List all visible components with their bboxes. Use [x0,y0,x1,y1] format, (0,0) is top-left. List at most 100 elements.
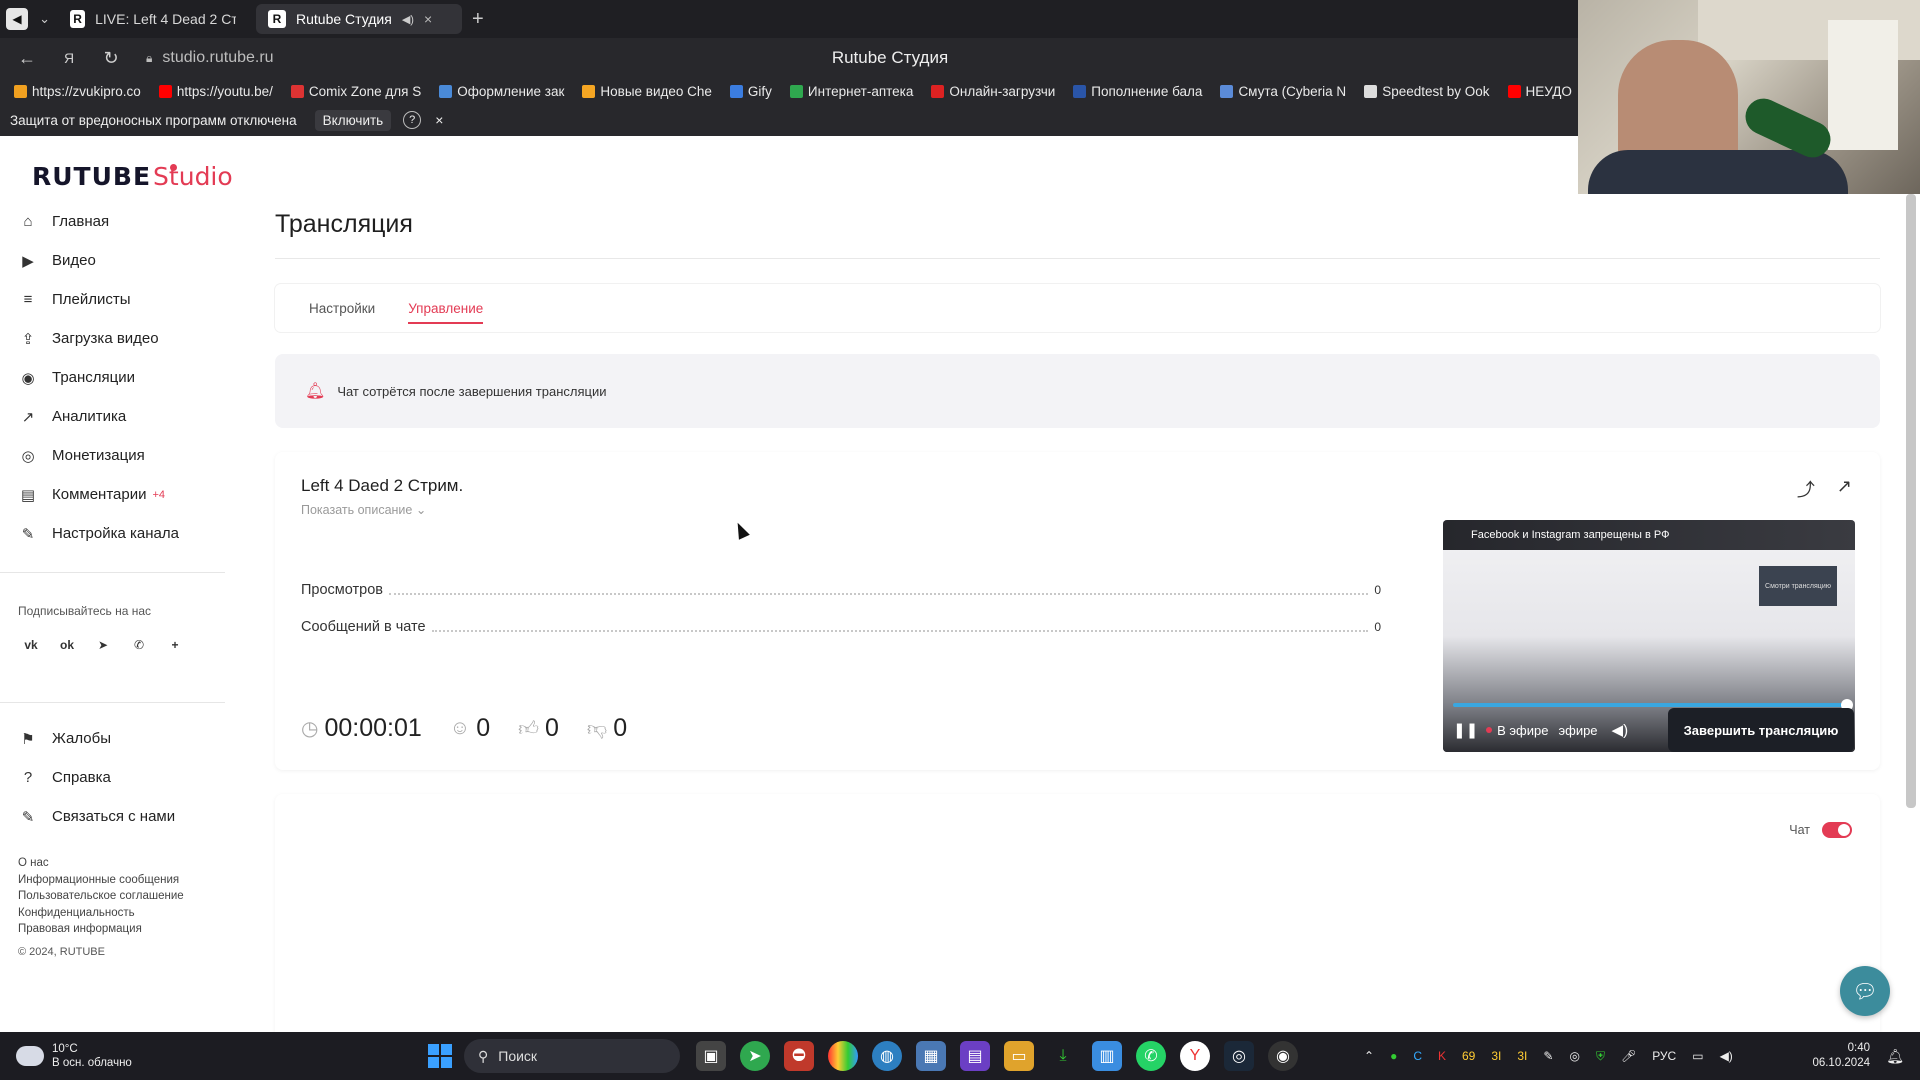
stream-actions: ⤴ ↗ [1797,476,1852,502]
bookmark-item[interactable]: https://youtu.be/ [158,84,273,99]
sidebar-item-help[interactable]: ? Справка [18,758,228,797]
sidebar-item-monetization[interactable]: ◎ Монетизация [18,436,228,475]
sidebar-item-home[interactable]: ⌂ Главная [18,202,228,241]
volume-icon[interactable]: ◀) [1612,721,1629,739]
app-green-icon[interactable]: ➤ [740,1041,770,1071]
tray-number[interactable]: 3I [1491,1049,1501,1063]
yandex-browser-icon[interactable]: Y [1180,1041,1210,1071]
bookmark-favicon-icon [290,84,304,98]
yandex-icon[interactable]: Я [54,50,84,66]
share-icon[interactable]: ⤴ [1797,476,1815,502]
steam-icon[interactable]: ◎ [1224,1041,1254,1071]
bookmark-item[interactable]: Пополнение бала [1073,84,1202,99]
sidebar-item-analytics[interactable]: ↗ Аналитика [18,397,228,436]
more-icon[interactable]: + [164,634,186,656]
speaker-icon[interactable]: ◀ [6,8,28,30]
task-view-icon[interactable]: ▣ [696,1041,726,1071]
notepad-icon[interactable]: ▥ [1092,1041,1122,1071]
app-globe-icon[interactable]: ◍ [872,1041,902,1071]
volume-icon[interactable]: ◀) [1720,1049,1733,1063]
bookmark-item[interactable]: https://zvukipro.co [14,84,141,99]
bookmark-item[interactable]: Онлайн-загрузчи [931,84,1055,99]
end-broadcast-button[interactable]: Завершить трансляцию [1668,708,1854,752]
whatsapp-icon[interactable]: ✆ [1136,1041,1166,1071]
calculator-icon[interactable]: ▦ [916,1041,946,1071]
viewers-value: 0 [476,714,491,742]
chevron-up-icon[interactable]: ⌃ [1364,1049,1374,1063]
tray-number[interactable]: 3I [1517,1049,1527,1063]
tab-management[interactable]: Управление [408,284,484,332]
windows-start-icon[interactable] [428,1044,452,1068]
footer-link[interactable]: Информационные сообщения [18,872,184,889]
new-tab-icon[interactable]: + [472,8,484,31]
footer-link[interactable]: Конфиденциальность [18,905,184,922]
audio-playing-icon[interactable]: ◀) [402,13,414,26]
tab-settings[interactable]: Настройки [309,284,375,332]
close-warning-icon[interactable]: × [435,112,443,128]
enable-protection-button[interactable]: Включить [314,109,392,131]
tray-number[interactable]: 69 [1462,1049,1475,1063]
notification-bell-icon[interactable]: 🔔︎ [1886,1048,1904,1065]
sidebar-item-channel-settings[interactable]: ✎ Настройка канала [18,514,228,553]
language-indicator[interactable]: РУС [1652,1049,1676,1063]
app-color-icon[interactable] [828,1041,858,1071]
network-icon[interactable]: ▭ [1692,1049,1703,1063]
viber-icon[interactable]: ✆ [128,634,150,656]
sidebar-item-comments[interactable]: ▤ Комментарии +4 [18,475,228,514]
app-media-icon[interactable]: ▤ [960,1041,990,1071]
sidebar-item-playlist[interactable]: ≡ Плейлисты [18,280,228,319]
show-description-link[interactable]: Показать описание ⌄ [301,502,426,517]
weather-widget[interactable]: 10°C В осн. облачно [16,1042,132,1070]
sidebar-item-broadcast[interactable]: ◉ Трансляции [18,358,228,397]
tab-rutube-studio[interactable]: R Rutube Студия ◀) × [256,4,462,34]
bookmark-item[interactable]: Оформление зак [439,84,564,99]
ok-icon[interactable]: ok [56,634,78,656]
player-progress-bar[interactable] [1453,703,1847,707]
bookmark-item[interactable]: Новые видео Che [582,84,712,99]
bookmark-item[interactable]: Интернет-аптека [789,84,913,99]
app-red-icon[interactable]: ⛔︎ [784,1041,814,1071]
file-explorer-icon[interactable]: ▭ [1004,1041,1034,1071]
tray-c-icon[interactable]: C [1413,1049,1422,1063]
sidebar-item-contact[interactable]: ✎ Связаться с нами [18,797,228,836]
url-field[interactable]: 🔒︎ studio.rutube.ru [146,49,274,67]
sidebar-item-video[interactable]: ▶ Видео [18,241,228,280]
footer-link[interactable]: Правовая информация [18,921,184,938]
reload-icon[interactable]: ↻ [96,48,126,69]
page-scrollbar[interactable] [1906,194,1916,808]
chat-toggle[interactable]: Чат [1789,822,1852,838]
sidebar-item-upload[interactable]: ⇪ Загрузка видео [18,319,228,358]
pause-icon[interactable]: ❚❚ [1453,721,1478,739]
tab-live-stream[interactable]: R LIVE: Left 4 Dead 2 Стрим [58,4,248,34]
microphone-icon[interactable]: 🎤︎ [1621,1049,1636,1063]
bookmark-item[interactable]: Speedtest by Ook [1364,84,1490,99]
back-icon[interactable]: ← [12,48,42,69]
chevron-down-icon[interactable]: ⌄ [39,11,50,27]
sidebar-item-flag[interactable]: ⚑ Жалобы [18,719,228,758]
bookmark-item[interactable]: Gify [729,84,772,99]
footer-link[interactable]: О нас [18,855,184,872]
vk-icon[interactable]: vk [20,634,42,656]
pen-icon[interactable]: ✎ [1543,1049,1553,1063]
clock[interactable]: 0:40 06.10.2024 [1812,1041,1870,1071]
bookmark-item[interactable]: Смута (Cyberia N [1220,84,1346,99]
bookmark-item[interactable]: НЕУДО [1507,84,1572,99]
chat-switch[interactable] [1822,822,1852,838]
timer: ◷ 00:00:01 [301,714,422,743]
tray-red-icon[interactable]: K [1438,1049,1446,1063]
help-icon[interactable]: ? [403,111,422,129]
support-chat-button[interactable]: 💬︎ [1840,966,1890,1016]
shield-icon[interactable]: ⛨ [1596,1049,1605,1064]
app-recorder-icon[interactable]: ◉ [1268,1041,1298,1071]
telegram-icon[interactable]: ➤ [92,634,114,656]
footer-link[interactable]: Пользовательское соглашение [18,888,184,905]
bookmark-item[interactable]: Comix Zone для S [290,84,421,99]
close-tab-icon[interactable]: × [424,11,432,27]
taskbar-search[interactable]: ⚲ Поиск [464,1039,680,1073]
open-external-icon[interactable]: ↗ [1837,476,1852,502]
tray-green-icon[interactable]: ● [1390,1049,1397,1063]
download-icon[interactable]: ⤓ [1048,1041,1078,1071]
steam-tray-icon[interactable]: ◎ [1569,1049,1579,1063]
browser-menu[interactable]: ◀ ⌄ [6,4,50,34]
rutube-studio-logo[interactable]: RUTUBE Studio [32,162,233,191]
